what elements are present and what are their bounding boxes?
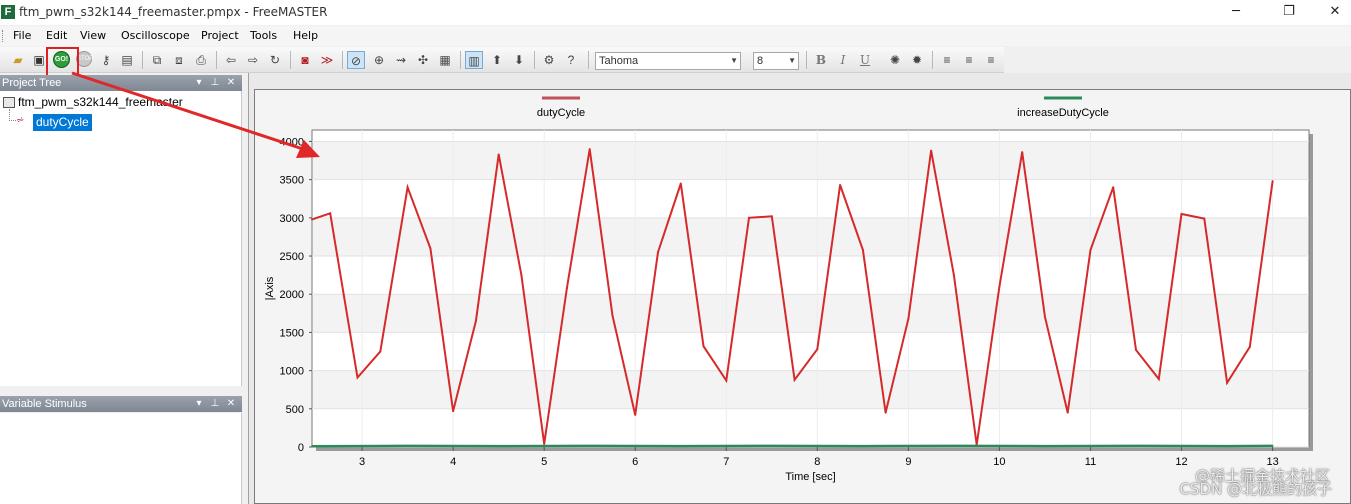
freemaster-window: F ftm_pwm_s32k144_freemaster.pmpx - Free… [0,0,1351,504]
watermark: @稀土掘金技术社区 CSDN @北极熊的孩子 [1142,463,1342,501]
watermark-csdn: CSDN @北极熊的孩子 [1179,480,1332,498]
annotation-arrow [71,71,320,158]
